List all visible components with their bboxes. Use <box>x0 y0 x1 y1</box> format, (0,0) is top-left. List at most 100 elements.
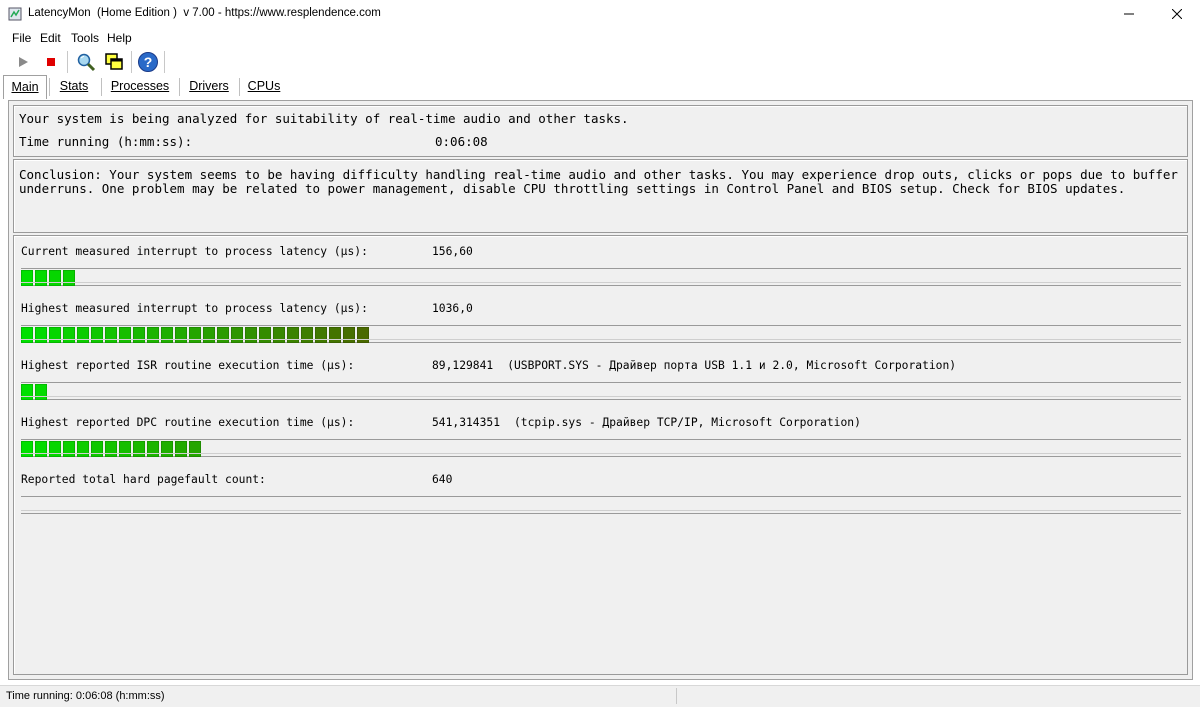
latency-bar-fill <box>21 327 371 343</box>
latency-bar-segment <box>119 441 131 457</box>
latency-bar-segment <box>35 441 47 457</box>
latency-bar-segment <box>21 441 33 457</box>
metric-value: 156,60 <box>432 245 473 258</box>
latency-bar-segment <box>105 327 117 343</box>
tab-cpus-label: CPUs <box>247 79 281 93</box>
title-bar: LatencyMon (Home Edition ) v 7.00 - http… <box>0 0 1200 29</box>
time-running-value: 0:06:08 <box>435 134 488 149</box>
metrics-panel: Current measured interrupt to process la… <box>13 235 1188 675</box>
toolbar-separator <box>131 51 132 73</box>
latency-bar-segment <box>189 327 201 343</box>
help-button[interactable]: ? <box>136 50 160 74</box>
latency-bar-segment <box>357 327 369 343</box>
tab-stats[interactable]: Stats <box>53 75 95 97</box>
latency-bar-segment <box>21 270 33 286</box>
tab-processes[interactable]: Processes <box>106 75 174 97</box>
stop-icon <box>47 58 55 66</box>
tab-cpus[interactable]: CPUs <box>243 75 285 97</box>
tab-divider <box>239 78 240 96</box>
latency-bar-fill <box>21 441 203 457</box>
latency-bar-fill <box>21 270 77 286</box>
metric-label: Reported total hard pagefault count: <box>21 473 266 486</box>
latency-bar <box>21 382 1181 400</box>
tab-processes-label: Processes <box>110 79 170 93</box>
toolbar-separator <box>164 51 165 73</box>
tab-main-label: Main <box>11 80 39 94</box>
tab-drivers-label: Drivers <box>189 79 229 93</box>
latency-bar-segment <box>189 441 201 457</box>
analysis-panel: Your system is being analyzed for suitab… <box>13 105 1188 157</box>
latency-bar-segment <box>35 327 47 343</box>
tab-divider <box>49 78 50 96</box>
latency-bar <box>21 325 1181 343</box>
analysis-message: Your system is being analyzed for suitab… <box>19 111 629 126</box>
toolbar: ? <box>0 48 1200 76</box>
metric-label: Highest reported DPC routine execution t… <box>21 416 355 429</box>
latency-bar-segment <box>175 327 187 343</box>
latency-bar <box>21 439 1181 457</box>
search-icon <box>77 53 96 72</box>
windows-icon <box>105 53 123 70</box>
analyze-button[interactable] <box>74 50 98 74</box>
latency-bar-segment <box>175 441 187 457</box>
help-icon: ? <box>138 52 158 72</box>
latency-bar-segment <box>21 384 33 400</box>
metric-value: 89,129841 <box>432 359 494 372</box>
latency-bar <box>21 268 1181 286</box>
latency-bar-segment <box>35 384 47 400</box>
metric-value: 541,314351 <box>432 416 501 429</box>
status-text: Time running: 0:06:08 (h:mm:ss) <box>6 690 165 702</box>
app-icon <box>8 7 22 21</box>
tab-strip: Main Stats Processes Drivers CPUs <box>0 75 1200 99</box>
latency-bar-segment <box>231 327 243 343</box>
window-title: LatencyMon (Home Edition ) v 7.00 - http… <box>28 7 381 19</box>
latency-bar-segment <box>245 327 257 343</box>
conclusion-panel: Conclusion: Your system seems to be havi… <box>13 159 1188 233</box>
latency-bar-segment <box>91 441 103 457</box>
metric-detail: (USBPORT.SYS - Драйвер порта USB 1.1 и 2… <box>507 359 957 372</box>
latency-bar-segment <box>77 441 89 457</box>
metric-label: Current measured interrupt to process la… <box>21 245 368 258</box>
latency-bar-segment <box>343 327 355 343</box>
latency-bar-segment <box>49 327 61 343</box>
latency-bar-segment <box>49 270 61 286</box>
latency-bar-segment <box>63 327 75 343</box>
latency-bar-segment <box>77 327 89 343</box>
menu-help[interactable]: Help <box>107 31 132 45</box>
windows-button[interactable] <box>102 50 126 74</box>
status-bar: Time running: 0:06:08 (h:mm:ss) <box>0 685 1200 707</box>
latency-bar-segment <box>63 270 75 286</box>
latency-bar-segment <box>329 327 341 343</box>
latency-bar-segment <box>161 327 173 343</box>
latency-bar-segment <box>49 441 61 457</box>
close-icon <box>1172 9 1182 19</box>
status-divider <box>676 688 677 704</box>
stop-button[interactable] <box>39 50 63 74</box>
menu-edit[interactable]: Edit <box>40 31 61 45</box>
close-button[interactable] <box>1154 0 1200 28</box>
latency-bar-segment <box>133 327 145 343</box>
tab-main[interactable]: Main <box>3 75 47 99</box>
tab-divider <box>179 78 180 96</box>
latency-bar-segment <box>119 327 131 343</box>
latency-bar-segment <box>35 270 47 286</box>
toolbar-separator <box>67 51 68 73</box>
latency-bar-segment <box>259 327 271 343</box>
latency-bar-segment <box>21 327 33 343</box>
latency-bar-segment <box>147 441 159 457</box>
latency-bar-segment <box>217 327 229 343</box>
start-button[interactable] <box>11 50 35 74</box>
latency-bar-segment <box>273 327 285 343</box>
menu-bar: File Edit Tools Help <box>0 29 1200 48</box>
latency-bar-segment <box>161 441 173 457</box>
main-panel: Your system is being analyzed for suitab… <box>8 100 1193 680</box>
tab-drivers[interactable]: Drivers <box>184 75 234 97</box>
latency-bar-fill <box>21 384 49 400</box>
conclusion-text: Conclusion: Your system seems to be havi… <box>19 167 1178 196</box>
latency-bar-segment <box>133 441 145 457</box>
menu-tools[interactable]: Tools <box>71 31 99 45</box>
latency-bar-segment <box>203 327 215 343</box>
menu-file[interactable]: File <box>12 31 31 45</box>
metric-detail: (tcpip.sys - Драйвер TCP/IP, Microsoft C… <box>514 416 861 429</box>
latency-bar-segment <box>315 327 327 343</box>
